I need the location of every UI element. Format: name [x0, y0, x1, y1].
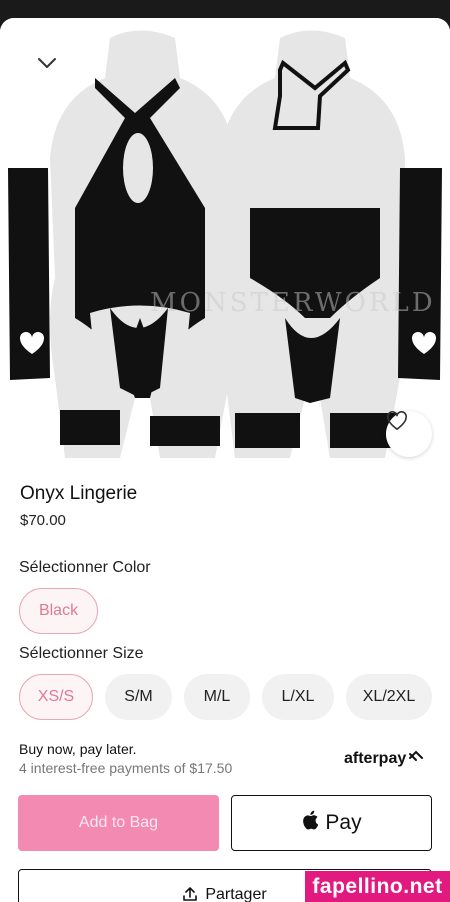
apple-pay-label: Pay	[325, 811, 362, 834]
afterpay-logo[interactable]: afterpay	[344, 749, 424, 768]
apple-icon	[301, 809, 321, 837]
size-option-s-m[interactable]: S/M	[105, 674, 172, 720]
product-photo-illustration	[8, 30, 442, 458]
watermark-badge: fapellino.net	[305, 871, 450, 902]
favorite-button[interactable]	[386, 411, 432, 457]
size-option-xl-2xl[interactable]: XL/2XL	[346, 674, 432, 720]
bnpl-headline: Buy now, pay later.	[19, 741, 137, 757]
chevron-down-icon[interactable]	[36, 56, 58, 70]
afterpay-wordmark: afterpay	[344, 749, 407, 767]
image-watermark: MONSTERWORLD	[150, 288, 436, 318]
share-label: Partager	[205, 886, 267, 902]
size-option-xs-s[interactable]: XS/S	[19, 674, 93, 720]
size-option-m-l[interactable]: M/L	[184, 674, 250, 720]
afterpay-arrows-icon	[408, 749, 424, 768]
product-sheet: MONSTERWORLD Onyx Lingerie $70.00 Sélect…	[0, 18, 450, 902]
product-image: MONSTERWORLD	[0, 18, 450, 468]
size-option-l-xl[interactable]: L/XL	[262, 674, 334, 720]
product-title: Onyx Lingerie	[20, 483, 138, 504]
bnpl-installments: 4 interest-free payments of $17.50	[19, 760, 233, 776]
add-to-bag-button[interactable]: Add to Bag	[18, 795, 219, 851]
size-section-label: Sélectionner Size	[19, 645, 144, 662]
product-price: $70.00	[20, 512, 66, 529]
color-section-label: Sélectionner Color	[19, 559, 151, 576]
share-arrow-icon	[183, 886, 198, 902]
apple-pay-button[interactable]: Pay	[231, 795, 432, 851]
color-option-black[interactable]: Black	[19, 588, 98, 634]
